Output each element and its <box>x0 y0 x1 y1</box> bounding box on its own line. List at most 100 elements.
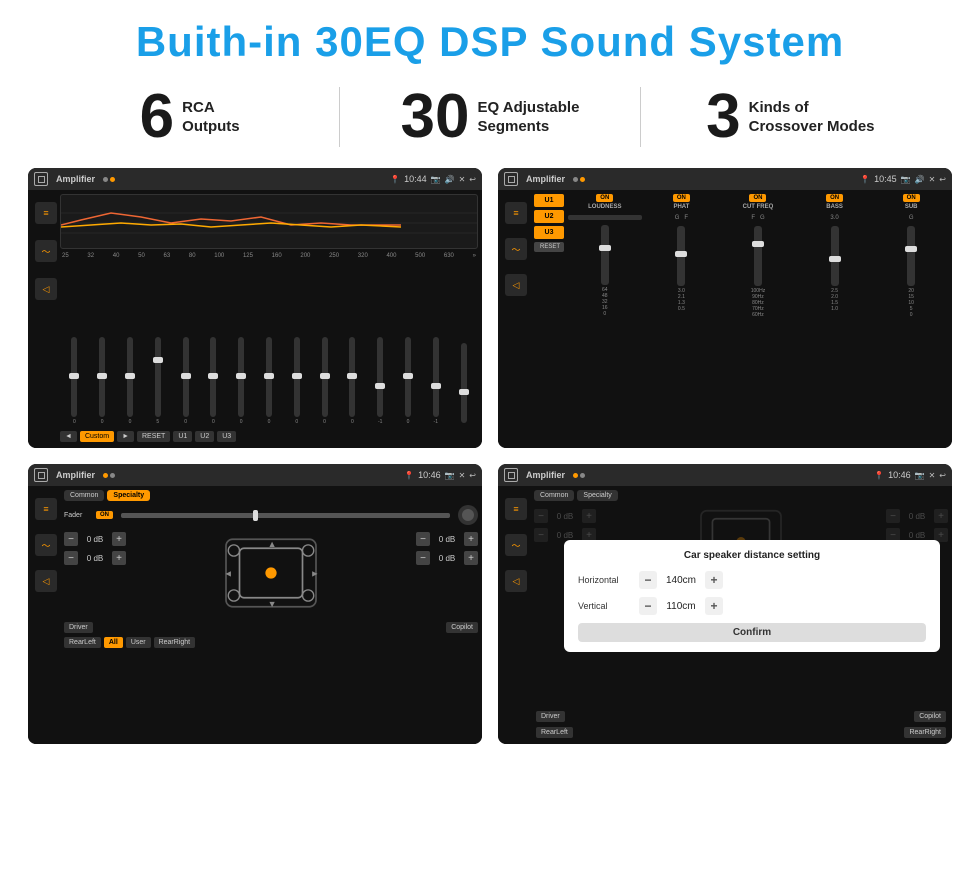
fader-plus-3[interactable]: + <box>464 532 478 546</box>
channel-on-bass[interactable]: ON <box>826 194 843 202</box>
channel-on-phat[interactable]: ON <box>673 194 690 202</box>
eq-thumb-8[interactable] <box>292 373 302 379</box>
eq-filter-icon[interactable]: ≡ <box>35 202 57 224</box>
dist-btn-copilot[interactable]: Copilot <box>914 711 946 722</box>
btn-rearleft[interactable]: RearLeft <box>64 637 101 648</box>
eq-thumb-11[interactable] <box>375 383 385 389</box>
dist-tab-specialty[interactable]: Specialty <box>577 490 617 501</box>
fader-wave-icon[interactable]: 〜 <box>35 534 57 556</box>
fader-minus-1[interactable]: − <box>64 532 78 546</box>
eq-thumb-1[interactable] <box>97 373 107 379</box>
fader-minus-4[interactable]: − <box>416 551 430 565</box>
fader-speaker-icon[interactable]: ◁ <box>35 570 57 592</box>
fader-knob-icon[interactable] <box>458 505 478 525</box>
eq-u1-btn[interactable]: U1 <box>173 431 192 442</box>
eq-thumb-0[interactable] <box>69 373 79 379</box>
bass-v-thumb[interactable] <box>829 256 841 262</box>
home-icon-3[interactable] <box>34 468 48 482</box>
preset-u3[interactable]: U3 <box>534 226 564 239</box>
btn-driver[interactable]: Driver <box>64 622 93 633</box>
eq-prev-btn[interactable]: ◄ <box>60 431 77 442</box>
sub-v-slider[interactable] <box>907 226 915 286</box>
eq-custom-btn[interactable]: Custom <box>80 431 114 442</box>
fader-h-track[interactable] <box>121 513 450 518</box>
fader-plus-4[interactable]: + <box>464 551 478 565</box>
crossover-wave-icon[interactable]: 〜 <box>505 238 527 260</box>
eq-play-btn[interactable]: ► <box>117 431 134 442</box>
crossover-filter-icon[interactable]: ≡ <box>505 202 527 224</box>
vertical-plus-btn[interactable]: + <box>705 597 723 615</box>
dist-wave-icon[interactable]: 〜 <box>505 534 527 556</box>
eq-track-7[interactable] <box>266 337 272 417</box>
horizontal-minus-btn[interactable]: − <box>639 571 657 589</box>
phat-v-thumb[interactable] <box>675 251 687 257</box>
home-icon-2[interactable] <box>504 172 518 186</box>
phat-v-slider[interactable] <box>677 226 685 286</box>
eq-thumb-2[interactable] <box>125 373 135 379</box>
eq-track-3[interactable] <box>155 337 161 417</box>
home-icon-4[interactable] <box>504 468 518 482</box>
dist-filter-icon[interactable]: ≡ <box>505 498 527 520</box>
eq-track-1[interactable] <box>99 337 105 417</box>
channel-on-loudness[interactable]: ON <box>596 194 613 202</box>
eq-track-4[interactable] <box>183 337 189 417</box>
eq-thumb-7[interactable] <box>264 373 274 379</box>
fader-on-badge[interactable]: ON <box>96 511 113 519</box>
eq-reset-btn[interactable]: RESET <box>137 431 170 442</box>
dist-btn-rearleft[interactable]: RearLeft <box>536 727 573 738</box>
loudness-v-thumb[interactable] <box>599 245 611 251</box>
sub-v-thumb[interactable] <box>905 246 917 252</box>
eq-thumb-9[interactable] <box>320 373 330 379</box>
channel-on-cutfreq[interactable]: ON <box>749 194 766 202</box>
dist-btn-rearright[interactable]: RearRight <box>904 727 946 738</box>
eq-thumb-3[interactable] <box>153 357 163 363</box>
btn-user[interactable]: User <box>126 637 151 648</box>
eq-track-0[interactable] <box>71 337 77 417</box>
vertical-minus-btn[interactable]: − <box>639 597 657 615</box>
cutfreq-v-slider[interactable] <box>754 226 762 286</box>
loudness-h-slider[interactable] <box>568 215 642 220</box>
eq-track-12[interactable] <box>405 337 411 417</box>
eq-thumb-13[interactable] <box>431 383 441 389</box>
btn-copilot[interactable]: Copilot <box>446 622 478 633</box>
home-icon-1[interactable] <box>34 172 48 186</box>
fader-h-thumb[interactable] <box>253 510 258 521</box>
tab-common[interactable]: Common <box>64 490 104 501</box>
cutfreq-v-thumb[interactable] <box>752 241 764 247</box>
eq-wave-icon[interactable]: 〜 <box>35 240 57 262</box>
btn-all[interactable]: All <box>104 637 123 648</box>
eq-speaker-icon[interactable]: ◁ <box>35 278 57 300</box>
eq-track-8[interactable] <box>294 337 300 417</box>
eq-thumb-5[interactable] <box>208 373 218 379</box>
dist-btn-driver[interactable]: Driver <box>536 711 565 722</box>
preset-u2[interactable]: U2 <box>534 210 564 223</box>
fader-plus-2[interactable]: + <box>112 551 126 565</box>
eq-u2-btn[interactable]: U2 <box>195 431 214 442</box>
fader-plus-1[interactable]: + <box>112 532 126 546</box>
eq-track-2[interactable] <box>127 337 133 417</box>
fader-minus-3[interactable]: − <box>416 532 430 546</box>
loudness-v-slider[interactable] <box>601 225 609 285</box>
btn-rearright[interactable]: RearRight <box>154 637 196 648</box>
crossover-speaker-icon[interactable]: ◁ <box>505 274 527 296</box>
eq-thumb-6[interactable] <box>236 373 246 379</box>
eq-thumb-10[interactable] <box>347 373 357 379</box>
eq-track-11[interactable] <box>377 337 383 417</box>
eq-track-14[interactable] <box>461 343 467 423</box>
bass-v-slider[interactable] <box>831 226 839 286</box>
confirm-button[interactable]: Confirm <box>578 623 926 642</box>
channel-on-sub[interactable]: ON <box>903 194 920 202</box>
horizontal-plus-btn[interactable]: + <box>705 571 723 589</box>
crossover-reset-btn[interactable]: RESET <box>534 242 564 252</box>
eq-u3-btn[interactable]: U3 <box>217 431 236 442</box>
tab-specialty[interactable]: Specialty <box>107 490 150 501</box>
fader-minus-2[interactable]: − <box>64 551 78 565</box>
preset-u1[interactable]: U1 <box>534 194 564 207</box>
dist-tab-common[interactable]: Common <box>534 490 574 501</box>
dist-speaker-icon[interactable]: ◁ <box>505 570 527 592</box>
eq-track-5[interactable] <box>210 337 216 417</box>
eq-thumb-4[interactable] <box>181 373 191 379</box>
eq-thumb-14[interactable] <box>459 389 469 395</box>
eq-track-6[interactable] <box>238 337 244 417</box>
eq-track-10[interactable] <box>349 337 355 417</box>
